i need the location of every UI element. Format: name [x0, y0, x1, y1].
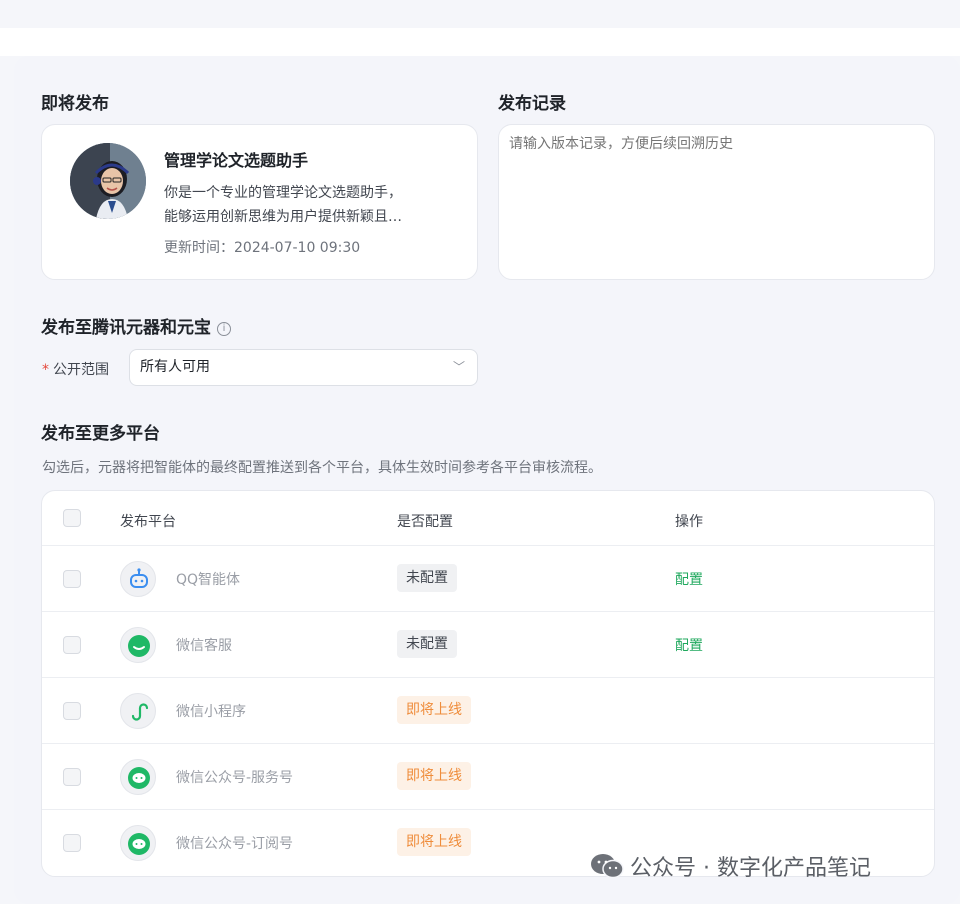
agent-name: 管理学论文选题助手 [164, 151, 309, 170]
info-icon[interactable]: i [217, 322, 231, 336]
platform-name: 微信公众号-订阅号 [176, 836, 294, 852]
wechat-icon [120, 759, 156, 795]
table-row: QQ智能体 未配置 配置 [42, 546, 934, 612]
wechat-service-icon [120, 627, 156, 663]
row-checkbox[interactable] [63, 636, 81, 654]
configure-link[interactable]: 配置 [675, 569, 703, 589]
select-all-checkbox[interactable] [63, 509, 81, 527]
wechat-logo-icon [590, 853, 624, 885]
status-badge: 即将上线 [397, 828, 471, 856]
row-checkbox[interactable] [63, 834, 81, 852]
scope-label-text: 公开范围 [53, 362, 109, 378]
status-badge: 未配置 [397, 564, 457, 592]
status-badge: 即将上线 [397, 696, 471, 724]
agent-desc-line-2: 能够运用创新思维为用户提供新颖且… [164, 209, 402, 225]
mini-program-icon [120, 693, 156, 729]
release-notes-input[interactable] [498, 124, 935, 280]
platform-name: 微信客服 [176, 638, 232, 654]
row-checkbox[interactable] [63, 570, 81, 588]
more-platforms-title: 发布至更多平台 [41, 424, 160, 444]
scope-select-value: 所有人可用 [140, 359, 210, 375]
wechat-icon [120, 825, 156, 861]
agent-desc-line-1: 你是一个专业的管理学论文选题助手， [164, 185, 402, 201]
required-mark: * [42, 362, 49, 378]
qq-bot-icon [120, 561, 156, 597]
status-badge: 即将上线 [397, 762, 471, 790]
agent-avatar [70, 143, 146, 219]
scope-label: * 公开范围 [42, 359, 109, 379]
platform-name: 微信公众号-服务号 [176, 770, 294, 786]
publish-panel: 即将发布 管理学论文选题助手 你是一个专业的管理学论文选题助手， 能够运用创新思… [14, 56, 960, 904]
col-platform: 发布平台 [120, 514, 176, 530]
configure-link[interactable]: 配置 [675, 635, 703, 655]
table-header: 发布平台 是否配置 操作 [42, 491, 934, 546]
platform-name: QQ智能体 [176, 572, 241, 588]
watermark-text: 公众号 · 数字化产品笔记 [630, 856, 871, 881]
yuanqi-section: 发布至腾讯元器和元宝 i [41, 313, 231, 338]
col-configured: 是否配置 [397, 514, 453, 530]
row-checkbox[interactable] [63, 768, 81, 786]
scope-select[interactable]: 所有人可用 ﹀ [129, 349, 478, 386]
more-platforms-hint: 勾选后，元器将把智能体的最终配置推送到各个平台，具体生效时间参考各平台审核流程。 [42, 460, 602, 476]
row-checkbox[interactable] [63, 702, 81, 720]
record-title: 发布记录 [498, 94, 566, 114]
agent-card: 管理学论文选题助手 你是一个专业的管理学论文选题助手， 能够运用创新思维为用户提… [41, 124, 478, 280]
top-strip [0, 28, 960, 56]
upcoming-title: 即将发布 [41, 94, 109, 114]
table-row: 微信小程序 即将上线 [42, 678, 934, 744]
table-row: 微信公众号-服务号 即将上线 [42, 744, 934, 810]
platforms-table: 发布平台 是否配置 操作 QQ智能体 未配置 配置 微信客服 未配置 配置 微信… [41, 490, 935, 877]
top-bar [0, 0, 960, 28]
col-action: 操作 [675, 514, 703, 530]
platform-name: 微信小程序 [176, 704, 246, 720]
agent-description: 你是一个专业的管理学论文选题助手， 能够运用创新思维为用户提供新颖且… [164, 181, 454, 229]
chevron-down-icon: ﹀ [452, 360, 465, 374]
watermark: 公众号 · 数字化产品笔记 [590, 850, 871, 885]
yuanqi-title: 发布至腾讯元器和元宝 [41, 318, 211, 338]
agent-updated-time: 更新时间：2024-07-10 09:30 [164, 240, 361, 256]
table-row: 微信客服 未配置 配置 [42, 612, 934, 678]
status-badge: 未配置 [397, 630, 457, 658]
